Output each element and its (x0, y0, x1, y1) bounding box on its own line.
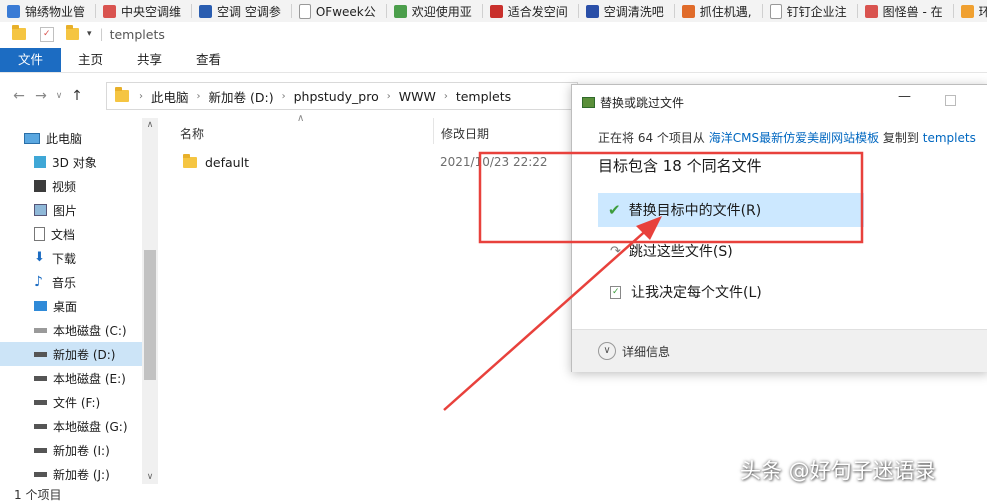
annotation-arrow-line (443, 226, 651, 411)
annotation-overlay (443, 151, 864, 411)
annotation-highlight-box (478, 151, 864, 244)
watermark: 头条 @好句子迷语录 (740, 459, 936, 483)
